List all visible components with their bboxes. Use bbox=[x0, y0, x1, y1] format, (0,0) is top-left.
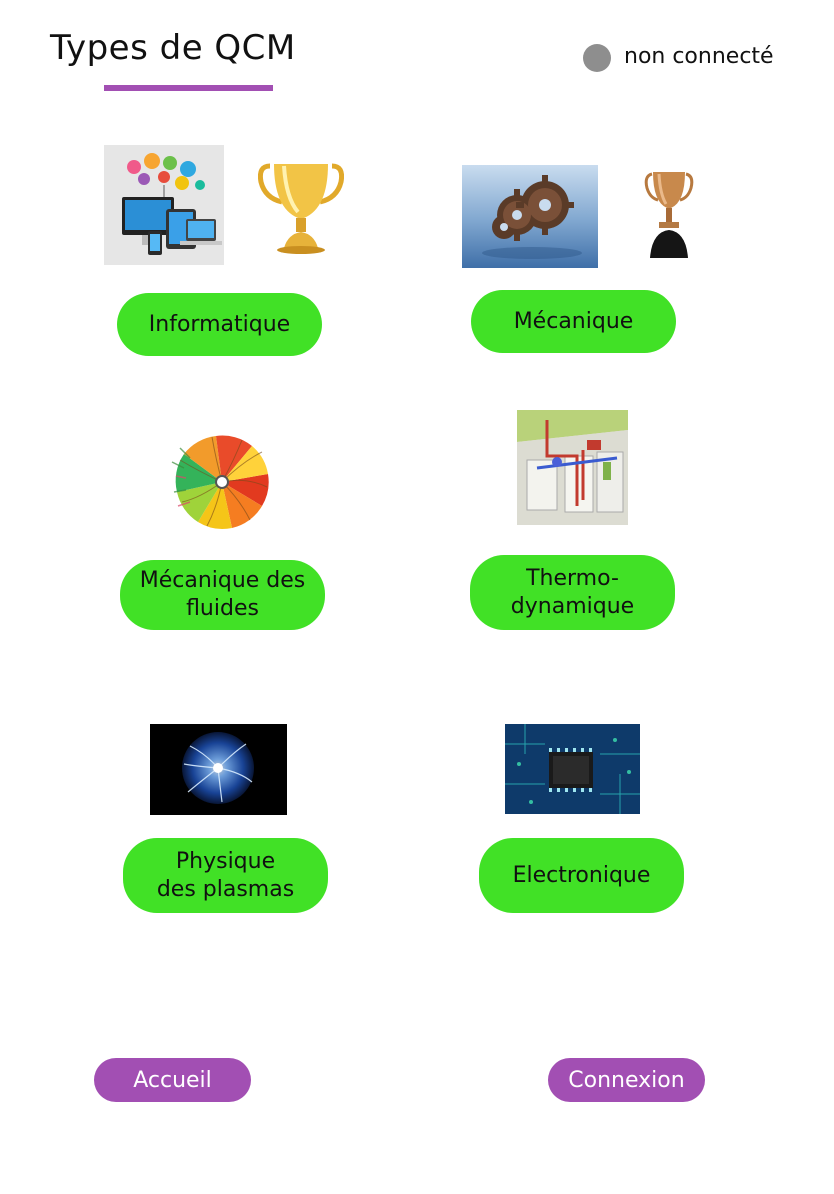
category-button-mecanique[interactable]: Mécanique bbox=[471, 290, 676, 353]
thermal-building-image bbox=[517, 410, 628, 525]
gears-image bbox=[462, 165, 598, 268]
connection-status-dot-icon bbox=[583, 44, 611, 72]
category-button-electronique[interactable]: Electronique bbox=[479, 838, 684, 913]
connexion-button[interactable]: Connexion bbox=[548, 1058, 705, 1102]
bronze-trophy-icon bbox=[644, 170, 694, 260]
category-button-informatique[interactable]: Informatique bbox=[117, 293, 322, 356]
gold-trophy-icon bbox=[258, 160, 344, 256]
title-underline bbox=[104, 85, 273, 91]
page-title: Types de QCM bbox=[50, 28, 296, 68]
circuit-board-chip-image bbox=[505, 724, 640, 814]
connection-status-text: non connecté bbox=[624, 44, 774, 69]
category-button-mecanique-des-fluides[interactable]: Mécanique des fluides bbox=[120, 560, 325, 630]
accueil-button[interactable]: Accueil bbox=[94, 1058, 251, 1102]
category-button-physique-des-plasmas[interactable]: Physique des plasmas bbox=[123, 838, 328, 913]
fluid-turbine-image bbox=[170, 432, 274, 532]
category-button-thermodynamique[interactable]: Thermo-dynamique bbox=[470, 555, 675, 630]
plasma-globe-image bbox=[150, 724, 287, 815]
computer-devices-cloud-image bbox=[104, 145, 224, 265]
